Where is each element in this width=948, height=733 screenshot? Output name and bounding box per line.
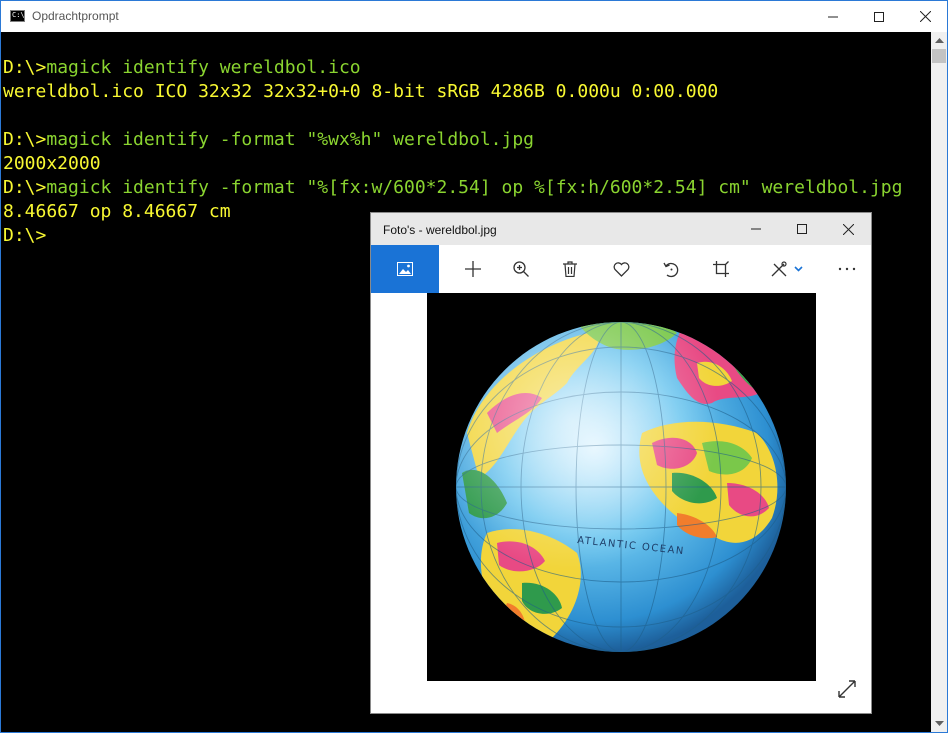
crop-icon — [713, 261, 729, 277]
zoom-button[interactable] — [499, 245, 543, 293]
plus-icon — [465, 261, 481, 277]
favorite-button[interactable] — [599, 245, 643, 293]
delete-button[interactable] — [548, 245, 592, 293]
heart-icon — [613, 261, 629, 277]
scroll-up-arrow-icon[interactable] — [931, 32, 947, 49]
photos-close-button[interactable] — [825, 213, 871, 245]
crop-button[interactable] — [699, 245, 743, 293]
globe-photo: ATLANTIC OCEAN — [427, 293, 816, 681]
close-button[interactable] — [902, 1, 948, 32]
console-line: 2000x2000 — [3, 153, 101, 174]
add-to-button[interactable] — [451, 245, 495, 293]
photo-viewer[interactable]: ATLANTIC OCEAN — [371, 293, 871, 713]
console-app-icon: C:\ — [10, 10, 25, 22]
more-icon — [838, 267, 856, 271]
photos-window: Foto's - wereldbol.jpg ATLANTIC OCEAN — [370, 212, 872, 714]
rotate-button[interactable] — [649, 245, 693, 293]
minimize-button[interactable] — [810, 1, 856, 32]
photos-toolbar — [371, 245, 871, 293]
console-line: wereldbol.ico ICO 32x32 32x32+0+0 8-bit … — [3, 81, 719, 102]
edit-icon — [771, 261, 803, 277]
image-icon — [397, 262, 413, 276]
photos-minimize-button[interactable] — [733, 213, 779, 245]
fullscreen-button[interactable] — [835, 677, 859, 701]
minimize-icon — [828, 16, 838, 17]
maximize-icon — [797, 224, 807, 234]
photos-maximize-button[interactable] — [779, 213, 825, 245]
scroll-thumb[interactable] — [932, 49, 946, 63]
window-title: Opdrachtprompt — [32, 9, 119, 23]
globe-image: ATLANTIC OCEAN — [456, 322, 786, 652]
close-icon — [919, 11, 931, 22]
vertical-scrollbar[interactable] — [931, 32, 947, 732]
maximize-icon — [874, 11, 884, 22]
console-line: 8.46667 op 8.46667 cm — [3, 201, 231, 222]
scroll-down-arrow-icon[interactable] — [931, 715, 947, 732]
edit-create-button[interactable] — [763, 245, 813, 293]
console-titlebar[interactable]: C:\ Opdrachtprompt — [1, 1, 947, 32]
console-line: D:\>magick identify -format "%[fx:w/600*… — [3, 177, 903, 198]
close-icon — [842, 223, 854, 235]
more-options-button[interactable] — [825, 245, 869, 293]
zoom-in-icon — [513, 261, 529, 277]
delete-icon — [563, 261, 577, 277]
rotate-icon — [662, 262, 678, 277]
view-image-button[interactable] — [371, 245, 439, 293]
console-line: D:\>magick identify -format "%wx%h" were… — [3, 129, 535, 150]
console-line: D:\>magick identify wereldbol.ico — [3, 57, 361, 78]
photos-title: Foto's - wereldbol.jpg — [383, 223, 497, 237]
expand-icon — [838, 680, 856, 698]
console-line: D:\> — [3, 225, 47, 246]
photos-titlebar[interactable]: Foto's - wereldbol.jpg — [371, 213, 871, 245]
minimize-icon — [751, 228, 761, 230]
maximize-button[interactable] — [856, 1, 902, 32]
